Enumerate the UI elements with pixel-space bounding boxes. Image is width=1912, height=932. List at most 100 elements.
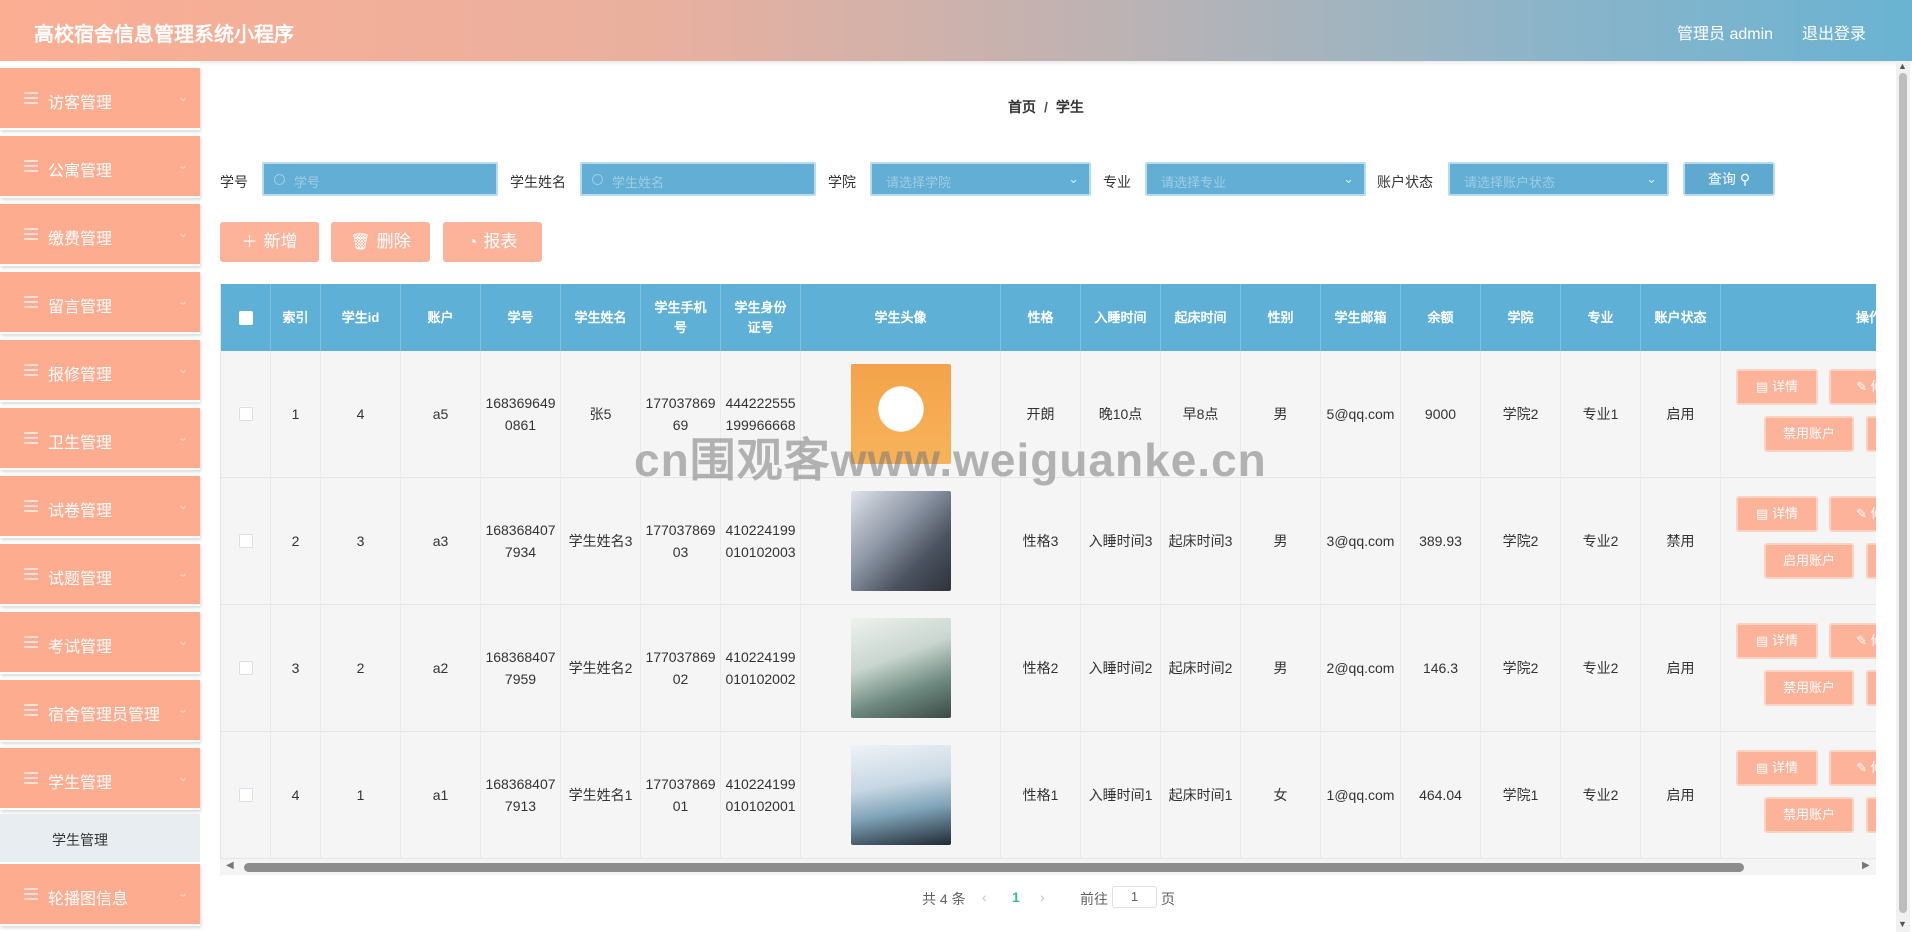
toggle-account-button[interactable]: 启用账户	[1764, 543, 1854, 579]
major-select[interactable]: 请选择专业 ⌄	[1145, 162, 1366, 196]
sidebar-subitem-student[interactable]: 学生管理	[0, 814, 200, 862]
table-cell-balance: 9000	[1401, 351, 1481, 477]
xuehao-input[interactable]: 学号	[262, 162, 498, 196]
sidebar-item[interactable]: 缴费管理 ⌄	[0, 204, 200, 266]
sidebar-item-label: 留言管理	[48, 299, 113, 316]
sidebar-item[interactable]: 考试管理 ⌄	[0, 612, 200, 674]
delete-row-button[interactable]	[1866, 543, 1876, 579]
checkbox[interactable]	[238, 310, 253, 325]
table-cell-xuehao: 1683684077959	[481, 605, 561, 731]
query-button[interactable]: 查询 ⚲	[1683, 162, 1775, 196]
row-checkbox[interactable]	[238, 661, 253, 675]
operations-cell: ▤ 详情 ✎ 修禁用账户	[1721, 732, 1876, 858]
logout-link[interactable]: 退出登录	[1802, 20, 1866, 44]
sidebar-item[interactable]: 试题管理 ⌄	[0, 544, 200, 606]
cell-text: 入睡时间1	[1088, 787, 1153, 803]
page-jump-input[interactable]: 1	[1112, 886, 1157, 908]
vertical-scrollbar[interactable]: ▲ ▼	[1896, 61, 1910, 932]
table-row: 3 2 a2 1683684077959 学生姓名2 17703786902 4102241…	[221, 605, 1876, 732]
detail-button[interactable]: ▤ 详情	[1736, 369, 1818, 405]
cell-text: 学生姓名1	[568, 787, 633, 803]
vertical-scrollbar-thumb[interactable]	[1899, 73, 1907, 913]
scroll-left-icon[interactable]: ◀	[226, 860, 234, 871]
toggle-account-button[interactable]: 禁用账户	[1764, 670, 1854, 706]
chevron-down-icon: ⌄	[177, 770, 188, 784]
row-checkbox[interactable]	[238, 407, 253, 421]
scroll-up-icon[interactable]: ▲	[1898, 61, 1907, 71]
sidebar-item[interactable]: 卫生管理 ⌄	[0, 408, 200, 470]
toggle-account-button[interactable]: 禁用账户	[1764, 797, 1854, 833]
page-number-current[interactable]: 1	[1012, 889, 1020, 905]
table-cell-balance: 389.93	[1401, 478, 1481, 604]
table-cell-idx: 3	[271, 605, 321, 731]
sidebar-item[interactable]: 公寓管理 ⌄	[0, 136, 200, 198]
name-input[interactable]: 学生姓名	[580, 162, 816, 196]
sidebar-item[interactable]: 学生管理 ⌄	[0, 748, 200, 810]
scrollbar-thumb[interactable]	[244, 863, 1744, 872]
row-checkbox[interactable]	[238, 788, 253, 802]
sidebar-item-carousel[interactable]: 轮播图信息 ⌄	[0, 864, 200, 926]
table-cell-xuehao: 1683696490861	[481, 351, 561, 477]
college-select[interactable]: 请选择学院 ⌄	[870, 162, 1091, 196]
delete-row-button[interactable]	[1866, 416, 1876, 452]
delete-row-button[interactable]	[1866, 797, 1876, 833]
column-header: 起床时间	[1161, 284, 1241, 351]
report-button[interactable]: ◔ 报表	[443, 222, 542, 262]
scroll-down-icon[interactable]: ▼	[1898, 919, 1907, 929]
add-button[interactable]: ＋ 新增	[220, 222, 319, 262]
sidebar-item[interactable]: 宿舍管理员管理 ⌄	[0, 680, 200, 742]
horizontal-scrollbar[interactable]: ◀ ▶	[220, 859, 1876, 875]
detail-button[interactable]: ▤ 详情	[1736, 623, 1818, 659]
avatar	[850, 364, 951, 464]
cell-text: 3	[291, 660, 300, 676]
row-select-cell[interactable]	[221, 605, 271, 731]
row-checkbox[interactable]	[238, 534, 253, 548]
cell-text: 专业2	[1582, 787, 1619, 803]
next-page-icon[interactable]: ›	[1040, 889, 1045, 905]
delete-row-button[interactable]	[1866, 670, 1876, 706]
chevron-down-icon: ⌄	[177, 886, 188, 900]
toggle-account-button[interactable]: 禁用账户	[1764, 416, 1854, 452]
cell-text: 1	[291, 406, 300, 422]
detail-button[interactable]: ▤ 详情	[1736, 496, 1818, 532]
column-header: 学生邮箱	[1321, 284, 1401, 351]
name-placeholder: 学生姓名	[612, 175, 665, 190]
table-cell-major: 专业1	[1561, 351, 1641, 477]
cell-text: 1683684077913	[485, 776, 556, 814]
delete-button[interactable]: 🗑 删除	[331, 222, 430, 262]
cell-text: 17703786902	[645, 649, 716, 687]
table-cell-wake: 起床时间2	[1161, 605, 1241, 731]
scroll-right-icon[interactable]: ▶	[1862, 860, 1870, 871]
sidebar-item[interactable]: 留言管理 ⌄	[0, 272, 200, 334]
status-select[interactable]: 请选择账户状态 ⌄	[1448, 162, 1669, 196]
table-cell-name: 学生姓名2	[561, 605, 641, 731]
table-cell-major: 专业2	[1561, 478, 1641, 604]
menu-icon	[24, 432, 38, 444]
cell-text: 张5	[589, 406, 612, 422]
edit-button[interactable]: ✎ 修	[1829, 496, 1876, 532]
detail-button[interactable]: ▤ 详情	[1736, 750, 1818, 786]
cell-text: 1	[356, 787, 365, 803]
table-cell-idcard: 410224199010102002	[721, 605, 801, 731]
sidebar-item[interactable]: 访客管理 ⌄	[0, 68, 200, 130]
prev-page-icon[interactable]: ‹	[982, 889, 987, 905]
edit-button[interactable]: ✎ 修	[1829, 369, 1876, 405]
table-cell-gender: 男	[1241, 351, 1321, 477]
column-header: 性格	[1001, 284, 1081, 351]
cell-text: 17703786903	[645, 522, 716, 560]
row-select-cell[interactable]	[221, 351, 271, 477]
table-cell-idx: 2	[271, 478, 321, 604]
sidebar-item[interactable]: 试卷管理 ⌄	[0, 476, 200, 538]
cell-text: 1683684077959	[485, 649, 556, 687]
row-select-cell[interactable]	[221, 478, 271, 604]
sidebar-item[interactable]: 报修管理 ⌄	[0, 340, 200, 402]
edit-button[interactable]: ✎ 修	[1829, 750, 1876, 786]
row-select-cell[interactable]	[221, 732, 271, 858]
table-cell-email: 2@qq.com	[1321, 605, 1401, 731]
table-cell-wake: 早8点	[1161, 351, 1241, 477]
breadcrumb-home[interactable]: 首页	[1008, 99, 1036, 115]
select-all-checkbox[interactable]	[221, 284, 271, 351]
cell-text: 禁用	[1666, 533, 1695, 549]
sidebar-item-label: 考试管理	[48, 639, 113, 656]
edit-button[interactable]: ✎ 修	[1829, 623, 1876, 659]
